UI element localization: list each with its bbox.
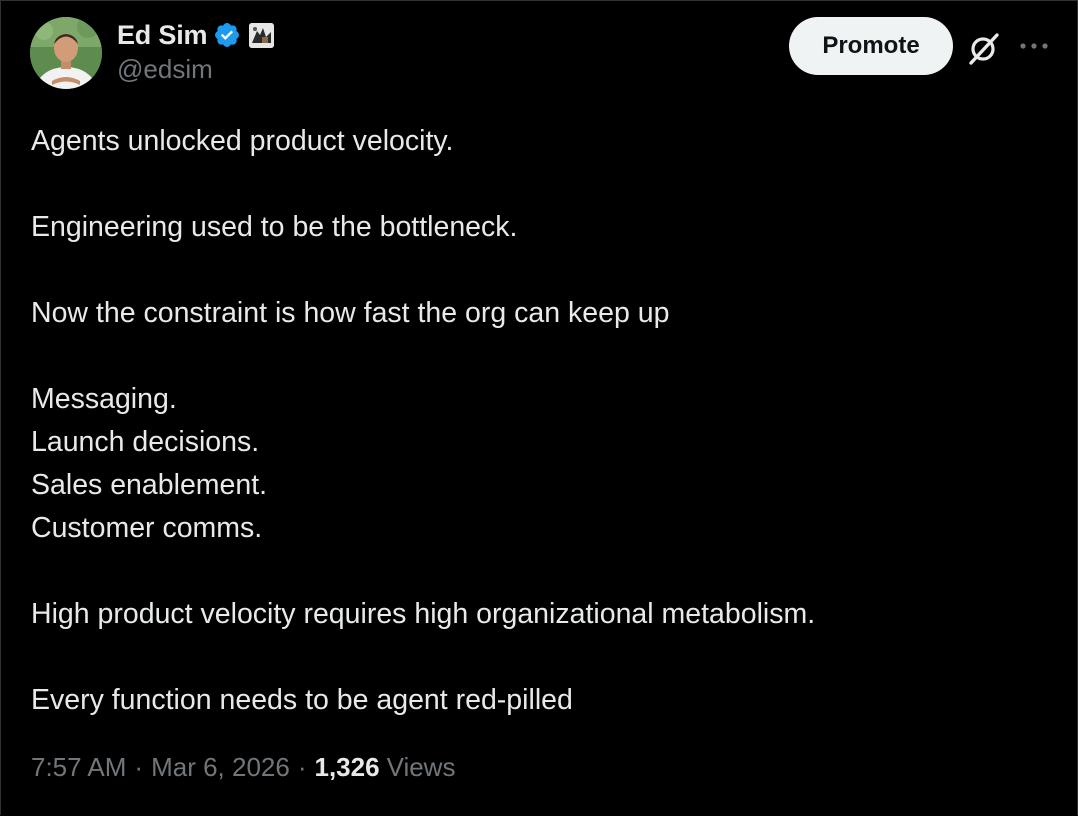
tweet-date-link[interactable]: Mar 6, 2026 xyxy=(151,752,290,783)
meta-separator: · xyxy=(134,752,144,782)
tweet-line: Now the constraint is how fast the org c… xyxy=(31,297,670,329)
author-avatar[interactable] xyxy=(30,17,102,89)
tweet-line: Agents unlocked product velocity. xyxy=(31,125,454,157)
tweet-line: Sales enablement. xyxy=(31,469,268,501)
tweet-meta: 7:57 AM · Mar 6, 2026 · 1,326 Views xyxy=(31,752,455,783)
verified-badge-icon[interactable] xyxy=(213,21,241,49)
promote-button[interactable]: Promote xyxy=(789,17,953,75)
views-count: 1,326 xyxy=(314,752,380,782)
tweet-text: Agents unlocked product velocity. Engine… xyxy=(31,120,1041,722)
views-label: Views xyxy=(386,752,456,782)
grok-icon[interactable] xyxy=(966,30,1002,66)
meta-separator: · xyxy=(297,752,307,782)
tweet-line: Customer comms. xyxy=(31,512,263,544)
tweet-time-link[interactable]: 7:57 AM xyxy=(31,752,126,783)
tweet-line: Messaging. xyxy=(31,383,177,415)
author-handle[interactable]: @edsim xyxy=(117,54,213,85)
tweet-line: Launch decisions. xyxy=(31,426,260,458)
tweet-line: High product velocity requires high orga… xyxy=(31,598,816,630)
affiliate-badge-icon[interactable] xyxy=(249,22,275,48)
profile-photo-icon xyxy=(30,17,102,89)
tweet-line: Engineering used to be the bottleneck. xyxy=(31,211,518,243)
author-display-name[interactable]: Ed Sim xyxy=(117,20,208,51)
more-icon[interactable] xyxy=(1018,32,1050,60)
tweet-line: Every function needs to be agent red-pil… xyxy=(31,684,573,716)
author-name-row: Ed Sim xyxy=(117,18,275,52)
